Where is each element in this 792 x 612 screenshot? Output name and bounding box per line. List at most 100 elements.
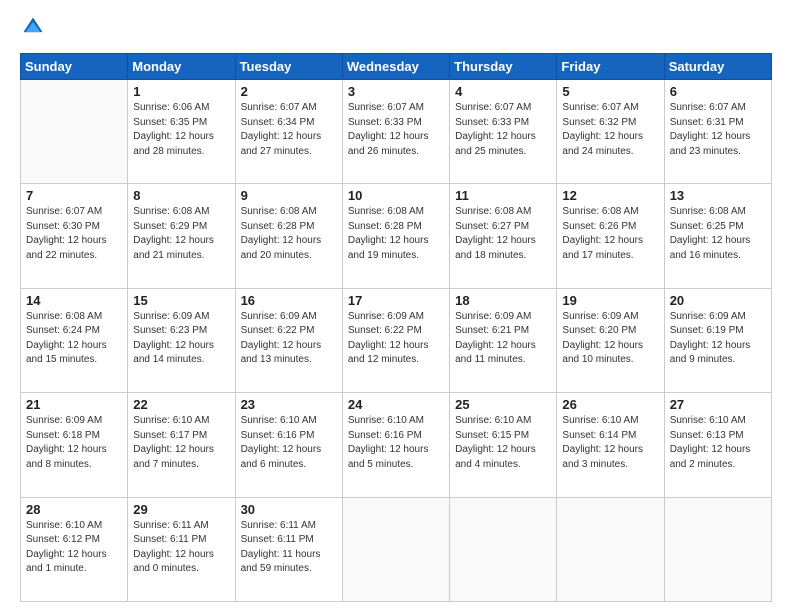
- day-number: 2: [241, 84, 337, 99]
- day-info: Sunrise: 6:09 AM Sunset: 6:22 PM Dayligh…: [241, 310, 337, 368]
- day-info: Sunrise: 6:10 AM Sunset: 6:12 PM Dayligh…: [26, 519, 122, 577]
- weekday-header-wednesday: Wednesday: [342, 54, 449, 80]
- calendar-day-cell: 24 Sunrise: 6:10 AM Sunset: 6:16 PM Dayli…: [342, 393, 449, 497]
- calendar-week-row: 14Sunrise: 6:08 AM Sunset: 6:24 PM Dayli…: [21, 288, 772, 392]
- day-info: Sunrise: 6:09 AM Sunset: 6:22 PM Dayligh…: [348, 310, 444, 368]
- calendar-day-cell: 3 Sunrise: 6:07 AM Sunset: 6:33 PM Daylig…: [342, 80, 449, 184]
- day-number: 15: [133, 293, 229, 308]
- day-info: Sunrise: 6:06 AM Sunset: 6:35 PM Dayligh…: [133, 101, 229, 159]
- day-number: 4: [455, 84, 551, 99]
- calendar-day-cell: 11 Sunrise: 6:08 AM Sunset: 6:27 PM Dayli…: [450, 184, 557, 288]
- calendar-day-cell: [21, 80, 128, 184]
- calendar-day-cell: 13Sunrise: 6:08 AM Sunset: 6:25 PM Dayli…: [664, 184, 771, 288]
- day-info: Sunrise: 6:07 AM Sunset: 6:33 PM Dayligh…: [455, 101, 551, 159]
- day-info: Sunrise: 6:11 AM Sunset: 6:11 PM Dayligh…: [241, 519, 337, 577]
- day-info: Sunrise: 6:10 AM Sunset: 6:13 PM Dayligh…: [670, 414, 766, 472]
- day-number: 23: [241, 397, 337, 412]
- day-number: 7: [26, 188, 122, 203]
- calendar-day-cell: [557, 497, 664, 601]
- day-number: 20: [670, 293, 766, 308]
- calendar-day-cell: 27 Sunrise: 6:10 AM Sunset: 6:13 PM Dayli…: [664, 393, 771, 497]
- calendar-day-cell: 26 Sunrise: 6:10 AM Sunset: 6:14 PM Dayli…: [557, 393, 664, 497]
- calendar-day-cell: 21 Sunrise: 6:09 AM Sunset: 6:18 PM Dayli…: [21, 393, 128, 497]
- weekday-header-monday: Monday: [128, 54, 235, 80]
- day-number: 29: [133, 502, 229, 517]
- day-number: 27: [670, 397, 766, 412]
- calendar-day-cell: 25 Sunrise: 6:10 AM Sunset: 6:15 PM Dayli…: [450, 393, 557, 497]
- day-number: 21: [26, 397, 122, 412]
- calendar-week-row: 7 Sunrise: 6:07 AM Sunset: 6:30 PM Daylig…: [21, 184, 772, 288]
- day-info: Sunrise: 6:10 AM Sunset: 6:17 PM Dayligh…: [133, 414, 229, 472]
- calendar-table: SundayMondayTuesdayWednesdayThursdayFrid…: [20, 53, 772, 602]
- day-info: Sunrise: 6:07 AM Sunset: 6:33 PM Dayligh…: [348, 101, 444, 159]
- day-info: Sunrise: 6:10 AM Sunset: 6:14 PM Dayligh…: [562, 414, 658, 472]
- day-info: Sunrise: 6:10 AM Sunset: 6:15 PM Dayligh…: [455, 414, 551, 472]
- calendar-day-cell: 14Sunrise: 6:08 AM Sunset: 6:24 PM Dayli…: [21, 288, 128, 392]
- day-info: Sunrise: 6:09 AM Sunset: 6:23 PM Dayligh…: [133, 310, 229, 368]
- day-number: 26: [562, 397, 658, 412]
- day-info: Sunrise: 6:10 AM Sunset: 6:16 PM Dayligh…: [348, 414, 444, 472]
- calendar-day-cell: 6 Sunrise: 6:07 AM Sunset: 6:31 PM Daylig…: [664, 80, 771, 184]
- day-number: 10: [348, 188, 444, 203]
- day-number: 14: [26, 293, 122, 308]
- weekday-header-tuesday: Tuesday: [235, 54, 342, 80]
- page: SundayMondayTuesdayWednesdayThursdayFrid…: [0, 0, 792, 612]
- weekday-header-thursday: Thursday: [450, 54, 557, 80]
- day-number: 1: [133, 84, 229, 99]
- calendar-header-row: SundayMondayTuesdayWednesdayThursdayFrid…: [21, 54, 772, 80]
- calendar-day-cell: [664, 497, 771, 601]
- day-number: 28: [26, 502, 122, 517]
- calendar-day-cell: [342, 497, 449, 601]
- calendar-day-cell: 10 Sunrise: 6:08 AM Sunset: 6:28 PM Dayli…: [342, 184, 449, 288]
- weekday-header-friday: Friday: [557, 54, 664, 80]
- calendar-day-cell: 7 Sunrise: 6:07 AM Sunset: 6:30 PM Daylig…: [21, 184, 128, 288]
- logo: [20, 16, 48, 43]
- day-info: Sunrise: 6:08 AM Sunset: 6:27 PM Dayligh…: [455, 205, 551, 263]
- day-info: Sunrise: 6:07 AM Sunset: 6:31 PM Dayligh…: [670, 101, 766, 159]
- logo-icon: [22, 16, 44, 38]
- calendar-day-cell: 20 Sunrise: 6:09 AM Sunset: 6:19 PM Dayli…: [664, 288, 771, 392]
- day-info: Sunrise: 6:08 AM Sunset: 6:25 PM Dayligh…: [670, 205, 766, 263]
- day-number: 9: [241, 188, 337, 203]
- calendar-day-cell: 8 Sunrise: 6:08 AM Sunset: 6:29 PM Daylig…: [128, 184, 235, 288]
- calendar-week-row: 1 Sunrise: 6:06 AM Sunset: 6:35 PM Daylig…: [21, 80, 772, 184]
- day-info: Sunrise: 6:08 AM Sunset: 6:28 PM Dayligh…: [348, 205, 444, 263]
- calendar-day-cell: 12 Sunrise: 6:08 AM Sunset: 6:26 PM Dayli…: [557, 184, 664, 288]
- calendar-day-cell: 18Sunrise: 6:09 AM Sunset: 6:21 PM Dayli…: [450, 288, 557, 392]
- day-number: 25: [455, 397, 551, 412]
- day-number: 3: [348, 84, 444, 99]
- day-info: Sunrise: 6:08 AM Sunset: 6:28 PM Dayligh…: [241, 205, 337, 263]
- day-number: 19: [562, 293, 658, 308]
- day-number: 30: [241, 502, 337, 517]
- day-number: 8: [133, 188, 229, 203]
- day-info: Sunrise: 6:07 AM Sunset: 6:32 PM Dayligh…: [562, 101, 658, 159]
- calendar-day-cell: 23Sunrise: 6:10 AM Sunset: 6:16 PM Dayli…: [235, 393, 342, 497]
- calendar-day-cell: 1 Sunrise: 6:06 AM Sunset: 6:35 PM Daylig…: [128, 80, 235, 184]
- day-number: 12: [562, 188, 658, 203]
- day-info: Sunrise: 6:09 AM Sunset: 6:18 PM Dayligh…: [26, 414, 122, 472]
- day-info: Sunrise: 6:08 AM Sunset: 6:29 PM Dayligh…: [133, 205, 229, 263]
- day-number: 22: [133, 397, 229, 412]
- weekday-header-sunday: Sunday: [21, 54, 128, 80]
- day-number: 16: [241, 293, 337, 308]
- calendar-day-cell: 29Sunrise: 6:11 AM Sunset: 6:11 PM Dayli…: [128, 497, 235, 601]
- day-info: Sunrise: 6:09 AM Sunset: 6:20 PM Dayligh…: [562, 310, 658, 368]
- calendar-day-cell: [450, 497, 557, 601]
- weekday-header-saturday: Saturday: [664, 54, 771, 80]
- day-number: 24: [348, 397, 444, 412]
- day-info: Sunrise: 6:07 AM Sunset: 6:30 PM Dayligh…: [26, 205, 122, 263]
- day-info: Sunrise: 6:08 AM Sunset: 6:26 PM Dayligh…: [562, 205, 658, 263]
- calendar-day-cell: 30 Sunrise: 6:11 AM Sunset: 6:11 PM Dayli…: [235, 497, 342, 601]
- calendar-day-cell: 9 Sunrise: 6:08 AM Sunset: 6:28 PM Daylig…: [235, 184, 342, 288]
- calendar-day-cell: 17Sunrise: 6:09 AM Sunset: 6:22 PM Dayli…: [342, 288, 449, 392]
- calendar-week-row: 28 Sunrise: 6:10 AM Sunset: 6:12 PM Dayli…: [21, 497, 772, 601]
- day-info: Sunrise: 6:09 AM Sunset: 6:19 PM Dayligh…: [670, 310, 766, 368]
- day-number: 6: [670, 84, 766, 99]
- day-number: 11: [455, 188, 551, 203]
- calendar-day-cell: 15 Sunrise: 6:09 AM Sunset: 6:23 PM Dayli…: [128, 288, 235, 392]
- calendar-day-cell: 28 Sunrise: 6:10 AM Sunset: 6:12 PM Dayli…: [21, 497, 128, 601]
- calendar-week-row: 21 Sunrise: 6:09 AM Sunset: 6:18 PM Dayli…: [21, 393, 772, 497]
- day-number: 5: [562, 84, 658, 99]
- day-info: Sunrise: 6:07 AM Sunset: 6:34 PM Dayligh…: [241, 101, 337, 159]
- calendar-day-cell: 2 Sunrise: 6:07 AM Sunset: 6:34 PM Daylig…: [235, 80, 342, 184]
